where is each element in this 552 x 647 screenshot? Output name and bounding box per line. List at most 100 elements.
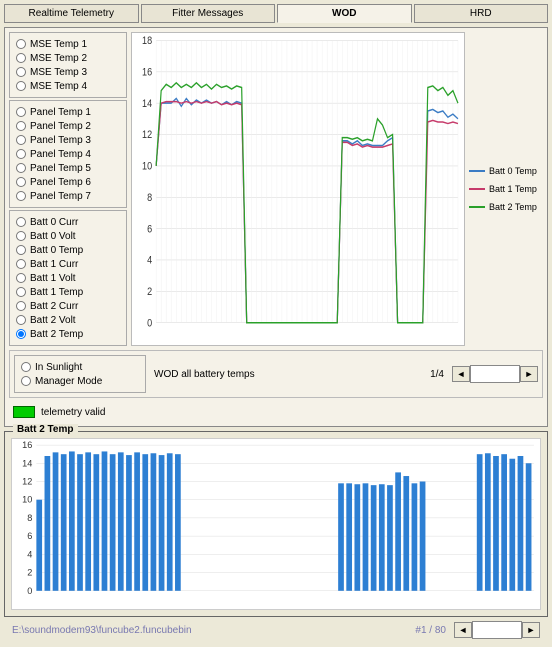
list-item: Panel Temp 3 xyxy=(16,133,120,147)
item-label: Batt 2 Curr xyxy=(30,301,78,312)
tab-fitter[interactable]: Fitter Messages xyxy=(141,4,276,23)
list-item: Panel Temp 6 xyxy=(16,175,120,189)
footer-prev-button[interactable]: ◄ xyxy=(454,622,472,638)
pager-track[interactable] xyxy=(470,365,520,383)
radio[interactable] xyxy=(16,191,26,201)
group-mse: MSE Temp 1 MSE Temp 2 MSE Temp 3 MSE Temp 4 xyxy=(9,32,127,98)
svg-text:10: 10 xyxy=(142,161,152,173)
radio[interactable] xyxy=(16,107,26,117)
svg-text:8: 8 xyxy=(147,192,152,204)
list-item: MSE Temp 3 xyxy=(16,65,120,79)
list-item: Panel Temp 2 xyxy=(16,119,120,133)
list-item: Batt 1 Curr xyxy=(16,257,120,271)
item-label: Panel Temp 6 xyxy=(30,177,91,188)
tab-realtime[interactable]: Realtime Telemetry xyxy=(4,4,139,23)
tab-wod[interactable]: WOD xyxy=(277,4,412,23)
pager: ◄ ► xyxy=(452,365,538,383)
item-label: Batt 2 Temp xyxy=(30,329,83,340)
item-label: Panel Temp 1 xyxy=(30,107,91,118)
svg-text:6: 6 xyxy=(27,531,32,541)
item-label: MSE Temp 4 xyxy=(30,81,87,92)
list-item: Batt 0 Temp xyxy=(16,243,120,257)
svg-text:12: 12 xyxy=(22,477,32,487)
radio[interactable] xyxy=(16,53,26,63)
item-label: Panel Temp 2 xyxy=(30,121,91,132)
group-panel: Panel Temp 1 Panel Temp 2 Panel Temp 3 Pane… xyxy=(9,100,127,208)
footer-path: E:\soundmodem93\funcube2.funcubebin xyxy=(12,625,407,636)
radio[interactable] xyxy=(16,39,26,49)
legend: Batt 0 Temp Batt 1 Temp Batt 2 Temp xyxy=(469,32,543,346)
radio[interactable] xyxy=(16,287,26,297)
svg-text:14: 14 xyxy=(22,458,32,468)
svg-text:14: 14 xyxy=(142,98,152,110)
item-label: MSE Temp 2 xyxy=(30,53,87,64)
item-label: Batt 0 Volt xyxy=(30,231,76,242)
radio[interactable] xyxy=(16,149,26,159)
svg-text:16: 16 xyxy=(142,67,152,79)
radio[interactable] xyxy=(16,301,26,311)
bottom-chart: 0246810121416 xyxy=(11,438,541,610)
list-item: MSE Temp 2 xyxy=(16,51,120,65)
item-label: Panel Temp 5 xyxy=(30,163,91,174)
radio[interactable] xyxy=(16,315,26,325)
item-label: Batt 1 Curr xyxy=(30,259,78,270)
radio[interactable] xyxy=(16,81,26,91)
item-label: Manager Mode xyxy=(35,376,102,387)
item-label: MSE Temp 1 xyxy=(30,39,87,50)
top-chart: 024681012141618 xyxy=(131,32,465,346)
list-item: MSE Temp 4 xyxy=(16,79,120,93)
radio[interactable] xyxy=(16,163,26,173)
item-label: Panel Temp 4 xyxy=(30,149,91,160)
item-label: Batt 2 Volt xyxy=(30,315,76,326)
radio[interactable] xyxy=(16,273,26,283)
svg-text:6: 6 xyxy=(147,224,152,236)
tab-hrd[interactable]: HRD xyxy=(414,4,549,23)
item-label: MSE Temp 3 xyxy=(30,67,87,78)
pager-prev-button[interactable]: ◄ xyxy=(452,366,470,382)
radio[interactable] xyxy=(21,376,31,386)
pager-label: 1/4 xyxy=(430,369,444,380)
list-item: Manager Mode xyxy=(21,374,139,388)
pager-next-button[interactable]: ► xyxy=(520,366,538,382)
radio[interactable] xyxy=(16,329,26,339)
group-batt: Batt 0 Curr Batt 0 Volt Batt 0 Temp Batt 1 … xyxy=(9,210,127,346)
item-label: In Sunlight xyxy=(35,362,82,373)
group-mode: In Sunlight Manager Mode xyxy=(14,355,146,393)
wod-panel: MSE Temp 1 MSE Temp 2 MSE Temp 3 MSE Temp 4… xyxy=(4,27,548,427)
item-label: Batt 0 Temp xyxy=(30,245,83,256)
radio[interactable] xyxy=(21,362,31,372)
radio[interactable] xyxy=(16,217,26,227)
svg-text:2: 2 xyxy=(27,568,32,578)
radio[interactable] xyxy=(16,245,26,255)
radio[interactable] xyxy=(16,121,26,131)
radio[interactable] xyxy=(16,259,26,269)
status-text: telemetry valid xyxy=(41,407,105,418)
list-item: Batt 2 Volt xyxy=(16,313,120,327)
bottom-chart-title: Batt 2 Temp xyxy=(13,424,78,435)
list-item: In Sunlight xyxy=(21,360,139,374)
checkbox-column: MSE Temp 1 MSE Temp 2 MSE Temp 3 MSE Temp 4… xyxy=(9,32,127,346)
radio[interactable] xyxy=(16,67,26,77)
list-item: Panel Temp 1 xyxy=(16,105,120,119)
svg-text:0: 0 xyxy=(27,586,32,596)
item-label: Batt 0 Curr xyxy=(30,217,78,228)
status-swatch xyxy=(13,406,35,418)
legend-swatch xyxy=(469,188,485,190)
status-row: telemetry valid xyxy=(9,402,543,422)
item-label: Panel Temp 7 xyxy=(30,191,91,202)
footer-pager-label: #1 / 80 xyxy=(415,625,446,636)
item-label: Panel Temp 3 xyxy=(30,135,91,146)
list-item: Panel Temp 7 xyxy=(16,189,120,203)
list-item: Batt 2 Curr xyxy=(16,299,120,313)
item-label: Batt 1 Volt xyxy=(30,273,76,284)
radio[interactable] xyxy=(16,231,26,241)
list-item: Batt 1 Temp xyxy=(16,285,120,299)
radio[interactable] xyxy=(16,177,26,187)
bottom-chart-fieldset: Batt 2 Temp 0246810121416 xyxy=(4,431,548,617)
footer-next-button[interactable]: ► xyxy=(522,622,540,638)
footer-pager: ◄ ► xyxy=(454,621,540,639)
svg-text:12: 12 xyxy=(142,129,152,141)
radio[interactable] xyxy=(16,135,26,145)
footer-track[interactable] xyxy=(472,621,522,639)
svg-text:2: 2 xyxy=(147,286,152,298)
